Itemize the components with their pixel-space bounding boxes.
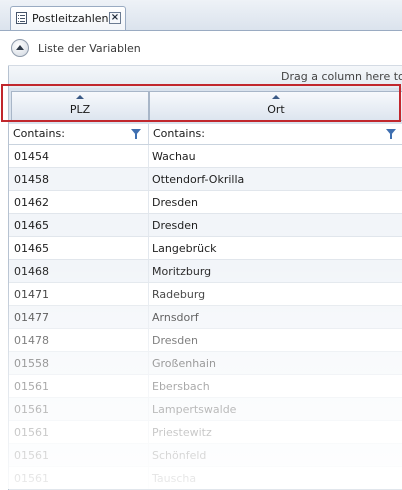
cell-ort: Lampertswalde bbox=[152, 403, 237, 416]
group-panel[interactable]: Drag a column here to g bbox=[9, 66, 402, 89]
filter-icon[interactable] bbox=[131, 129, 141, 139]
table-row[interactable]: 01462 Dresden bbox=[9, 191, 402, 214]
cell-plz: 01454 bbox=[14, 150, 49, 163]
sort-ascending-icon bbox=[272, 95, 280, 99]
column-divider bbox=[148, 260, 149, 282]
cell-ort: Dresden bbox=[152, 334, 198, 347]
table-row[interactable]: 01458 Ottendorf-Okrilla bbox=[9, 168, 402, 191]
filter-icon[interactable] bbox=[386, 129, 396, 139]
cell-plz: 01477 bbox=[14, 311, 49, 324]
column-divider bbox=[148, 329, 149, 351]
column-divider bbox=[148, 306, 149, 328]
filter-cell-plz[interactable]: Contains: bbox=[9, 124, 149, 144]
column-divider bbox=[148, 214, 149, 236]
table-row[interactable]: 01465 Langebrück bbox=[9, 237, 402, 260]
cell-ort: Dresden bbox=[152, 219, 198, 232]
cell-ort: Großenhain bbox=[152, 357, 216, 370]
column-divider bbox=[148, 352, 149, 374]
filter-row: Contains: Contains: bbox=[9, 124, 402, 145]
table-row[interactable]: 01561 Tauscha bbox=[9, 467, 402, 490]
filter-operator: Contains: bbox=[13, 127, 65, 140]
cell-plz: 01478 bbox=[14, 334, 49, 347]
grid-body: 01454 Wachau 01458 Ottendorf-Okrilla 01462 Dr… bbox=[9, 145, 402, 490]
column-divider bbox=[148, 421, 149, 443]
cell-plz: 01561 bbox=[14, 449, 49, 462]
cell-ort: Ottendorf-Okrilla bbox=[152, 173, 245, 186]
close-icon[interactable]: × bbox=[109, 12, 121, 24]
column-header-label: PLZ bbox=[69, 103, 91, 116]
column-divider bbox=[148, 398, 149, 420]
column-divider bbox=[148, 467, 149, 489]
table-row[interactable]: 01561 Lampertswalde bbox=[9, 398, 402, 421]
column-header-label: Ort bbox=[267, 103, 285, 116]
cell-ort: Schönfeld bbox=[152, 449, 207, 462]
group-panel-hint: Drag a column here to g bbox=[281, 70, 402, 83]
sort-ascending-icon bbox=[76, 95, 84, 99]
cell-plz: 01458 bbox=[14, 173, 49, 186]
variables-panel: Liste der Variablen Drag a column here t… bbox=[0, 30, 402, 490]
cell-ort: Wachau bbox=[152, 150, 196, 163]
cell-plz: 01561 bbox=[14, 380, 49, 393]
table-row[interactable]: 01561 Priestewitz bbox=[9, 421, 402, 444]
cell-ort: Langebrück bbox=[152, 242, 217, 255]
column-divider bbox=[148, 283, 149, 305]
tab-postleitzahlen[interactable]: Postleitzahlen × bbox=[10, 6, 126, 30]
table-row[interactable]: 01561 Ebersbach bbox=[9, 375, 402, 398]
column-divider bbox=[148, 168, 149, 190]
column-header-plz[interactable]: PLZ bbox=[11, 91, 149, 121]
table-row[interactable]: 01468 Moritzburg bbox=[9, 260, 402, 283]
cell-plz: 01561 bbox=[14, 472, 49, 485]
tab-title: Postleitzahlen bbox=[32, 12, 109, 25]
cell-plz: 01561 bbox=[14, 403, 49, 416]
table-row[interactable]: 01465 Dresden bbox=[9, 214, 402, 237]
table-row[interactable]: 01558 Großenhain bbox=[9, 352, 402, 375]
column-divider bbox=[148, 145, 149, 167]
cell-plz: 01465 bbox=[14, 219, 49, 232]
cell-plz: 01561 bbox=[14, 426, 49, 439]
chevron-up-icon[interactable] bbox=[11, 39, 29, 57]
cell-ort: Radeburg bbox=[152, 288, 206, 301]
data-grid: Drag a column here to g PLZ Ort Contains… bbox=[8, 66, 402, 490]
cell-ort: Tauscha bbox=[152, 472, 197, 485]
column-header-row: PLZ Ort bbox=[9, 88, 402, 124]
cell-plz: 01471 bbox=[14, 288, 49, 301]
cell-ort: Ebersbach bbox=[152, 380, 210, 393]
table-row[interactable]: 01471 Radeburg bbox=[9, 283, 402, 306]
cell-ort: Dresden bbox=[152, 196, 198, 209]
cell-ort: Arnsdorf bbox=[152, 311, 199, 324]
cell-plz: 01558 bbox=[14, 357, 49, 370]
column-divider bbox=[148, 191, 149, 213]
column-divider bbox=[148, 444, 149, 466]
cell-ort: Moritzburg bbox=[152, 265, 212, 278]
cell-plz: 01465 bbox=[14, 242, 49, 255]
filter-operator: Contains: bbox=[153, 127, 205, 140]
table-row[interactable]: 01477 Arnsdorf bbox=[9, 306, 402, 329]
table-row[interactable]: 01561 Schönfeld bbox=[9, 444, 402, 467]
table-row[interactable]: 01478 Dresden bbox=[9, 329, 402, 352]
column-divider bbox=[148, 375, 149, 397]
table-row[interactable]: 01454 Wachau bbox=[9, 145, 402, 168]
column-divider bbox=[148, 237, 149, 259]
cell-ort: Priestewitz bbox=[152, 426, 212, 439]
list-icon bbox=[16, 12, 27, 24]
column-header-ort[interactable]: Ort bbox=[149, 91, 402, 121]
filter-cell-ort[interactable]: Contains: bbox=[149, 124, 402, 144]
panel-title: Liste der Variablen bbox=[38, 42, 141, 55]
cell-plz: 01462 bbox=[14, 196, 49, 209]
cell-plz: 01468 bbox=[14, 265, 49, 278]
tab-strip: Postleitzahlen × bbox=[0, 0, 402, 30]
